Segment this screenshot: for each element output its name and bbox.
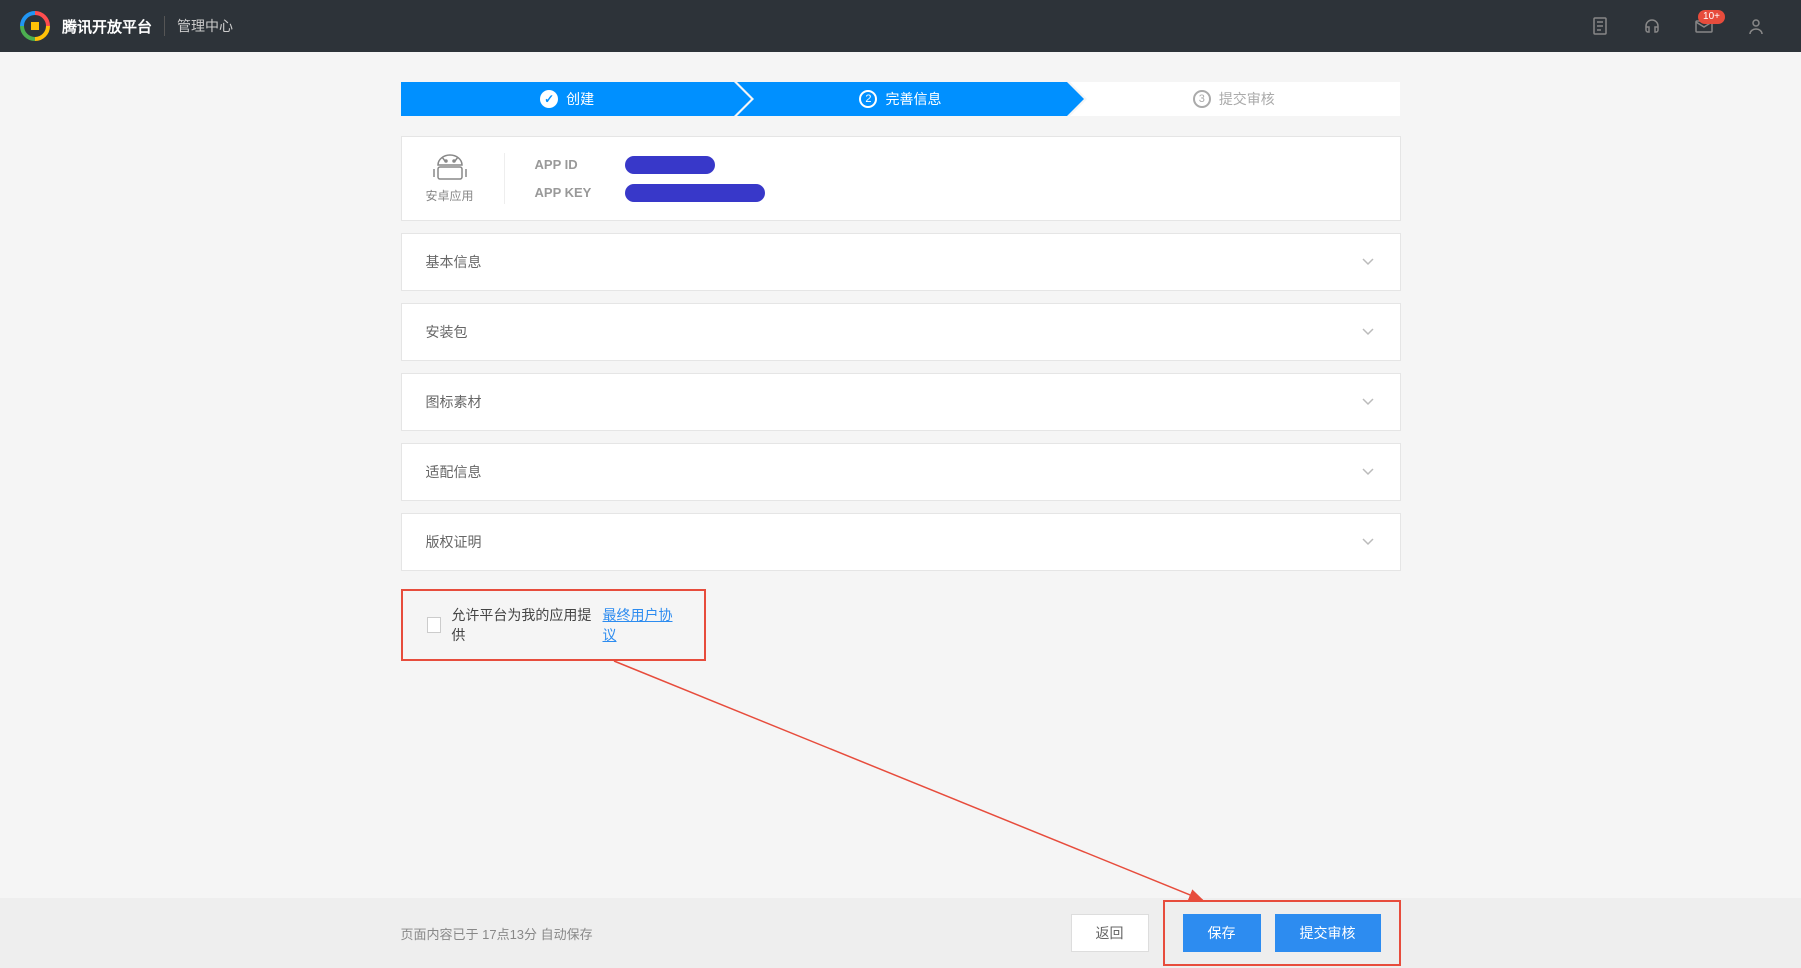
autosave-status: 页面内容已于 17点13分 自动保存 [401,924,593,943]
step-create: ✓ 创建 [401,82,734,116]
panel-title: 版权证明 [426,532,482,552]
step-complete-info: 2 完善信息 [734,82,1067,116]
eula-link[interactable]: 最终用户协议 [603,605,680,645]
submit-review-button[interactable]: 提交审核 [1275,914,1381,952]
support-icon[interactable] [1627,0,1677,52]
app-key-label: APP KEY [535,185,605,200]
step-number: 2 [859,90,877,108]
panel-copyright[interactable]: 版权证明 [401,513,1401,571]
header-left: 腾讯开放平台 管理中心 [20,11,233,41]
chevron-down-icon [1360,393,1376,412]
panel-title: 图标素材 [426,392,482,412]
top-header: 腾讯开放平台 管理中心 10+ [0,0,1801,52]
user-icon[interactable] [1731,0,1781,52]
chevron-down-icon [1360,533,1376,552]
main-container: ✓ 创建 2 完善信息 3 提交审核 [401,52,1401,661]
app-type: 安卓应用 [426,153,505,204]
chevron-down-icon [1360,463,1376,482]
panel-title: 安装包 [426,322,468,342]
panel-install-package[interactable]: 安装包 [401,303,1401,361]
app-info-card: 安卓应用 APP ID APP KEY [401,136,1401,221]
app-id-row: APP ID [535,156,765,174]
step-label: 提交审核 [1219,89,1275,109]
agreement-text: 允许平台为我的应用提供 [451,605,592,645]
step-label: 完善信息 [885,89,941,109]
back-button[interactable]: 返回 [1071,914,1149,952]
panel-icon-assets[interactable]: 图标素材 [401,373,1401,431]
header-right: 10+ [1575,0,1781,52]
chevron-down-icon [1360,253,1376,272]
panel-title: 适配信息 [426,462,482,482]
panel-adapt-info[interactable]: 适配信息 [401,443,1401,501]
header-subtitle[interactable]: 管理中心 [177,16,233,36]
app-credentials: APP ID APP KEY [535,156,765,202]
mail-badge: 10+ [1698,10,1725,24]
agreement-checkbox[interactable] [427,617,442,633]
step-label: 创建 [566,89,594,109]
footer-bar: 页面内容已于 17点13分 自动保存 返回 保存 提交审核 [0,898,1801,968]
chevron-down-icon [1360,323,1376,342]
panel-title: 基本信息 [426,252,482,272]
tencent-logo-icon [20,11,50,41]
step-bar: ✓ 创建 2 完善信息 3 提交审核 [401,82,1401,116]
app-key-row: APP KEY [535,184,765,202]
docs-icon[interactable] [1575,0,1625,52]
save-button[interactable]: 保存 [1183,914,1261,952]
app-id-value-redacted [625,156,715,174]
header-divider [164,16,165,36]
app-type-label: 安卓应用 [426,187,474,204]
app-key-value-redacted [625,184,765,202]
app-id-label: APP ID [535,157,605,172]
check-icon: ✓ [540,90,558,108]
mail-icon[interactable]: 10+ [1679,0,1729,52]
action-button-group: 保存 提交审核 [1163,900,1401,966]
step-number: 3 [1193,90,1211,108]
header-title: 腾讯开放平台 [62,16,152,37]
panel-basic-info[interactable]: 基本信息 [401,233,1401,291]
step-submit-review: 3 提交审核 [1067,82,1400,116]
android-icon [432,153,468,181]
agreement-row: 允许平台为我的应用提供 最终用户协议 [401,589,706,661]
